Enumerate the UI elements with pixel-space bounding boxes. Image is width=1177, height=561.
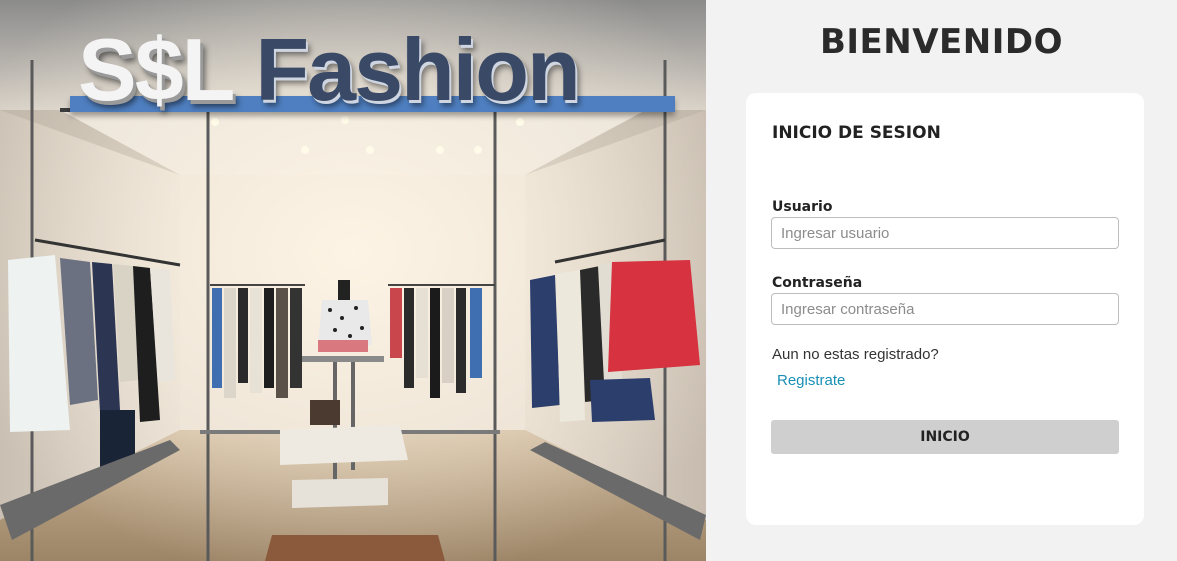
login-panel: BIENVENIDO INICIO DE SESION Usuario Cont… [706,0,1177,561]
welcome-heading: BIENVENIDO [819,22,1064,62]
password-input[interactable] [771,293,1119,325]
sign-word: Fashion [255,20,580,119]
store-sign: S$L Fashion [70,18,675,114]
password-label: Contraseña [772,275,863,291]
username-label: Usuario [772,199,833,215]
username-input[interactable] [771,217,1119,249]
login-button[interactable]: INICIO [771,420,1119,454]
register-question: Aun no estas registrado? [772,346,939,363]
store-front-image: S$L Fashion [0,0,706,561]
login-title: INICIO DE SESION [772,123,941,143]
register-link[interactable]: Registrate [777,372,845,389]
login-card: INICIO DE SESION Usuario Contraseña Aun … [746,93,1144,525]
sign-text: S$L Fashion [78,26,581,114]
sign-brand: S$L [78,20,235,119]
